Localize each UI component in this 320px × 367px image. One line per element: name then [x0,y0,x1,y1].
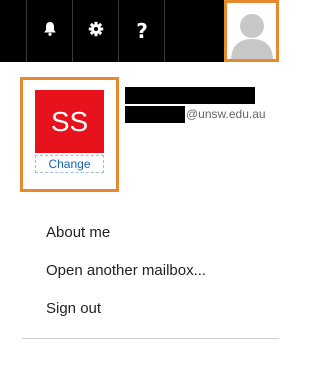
redacted-display-name [125,87,255,104]
menu-item-open-another-mailbox[interactable]: Open another mailbox... [46,262,206,279]
toolbar-separator [118,0,119,62]
toolbar-separator [26,0,27,62]
question-icon: ? [136,19,148,43]
notifications-button[interactable] [28,0,72,62]
menu-divider [22,338,279,339]
account-avatar-button[interactable] [224,0,279,62]
toolbar-separator [164,0,165,62]
profile-picture-card: SS Change [20,77,119,192]
gear-icon [88,21,104,42]
change-photo-link[interactable]: Change [35,155,104,173]
redacted-email-user [125,106,185,123]
settings-button[interactable] [74,0,118,62]
help-button[interactable]: ? [120,0,164,62]
menu-item-about-me[interactable]: About me [46,224,110,241]
bell-icon [43,21,57,42]
profile-initials[interactable]: SS [35,90,104,153]
menu-item-sign-out[interactable]: Sign out [46,300,101,317]
email-domain: @unsw.edu.au [186,107,266,121]
toolbar-separator [72,0,73,62]
